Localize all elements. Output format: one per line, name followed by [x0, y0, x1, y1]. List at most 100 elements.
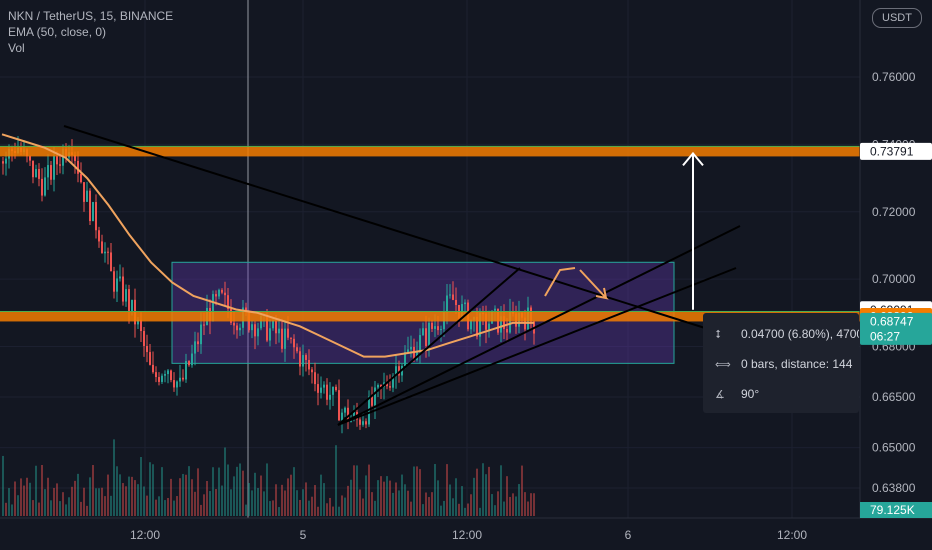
price-tag-text: 0.68747	[870, 314, 914, 328]
candle-body	[359, 419, 361, 425]
y-tick-label: 0.76000	[872, 70, 916, 84]
candle-body	[269, 328, 271, 341]
candle-body	[149, 352, 151, 365]
volume-bar	[116, 466, 118, 516]
candle-body	[161, 375, 163, 382]
candle-body	[311, 369, 313, 373]
volume-bar	[530, 493, 532, 516]
candle-body	[113, 271, 115, 292]
volume-bar	[299, 499, 301, 516]
x-tick-label: 12:00	[452, 528, 482, 542]
price-tag-text: 0.73791	[870, 144, 914, 158]
volume-bar	[521, 465, 523, 516]
candle-body	[194, 341, 196, 354]
volume-bar	[230, 489, 232, 516]
candle-body	[239, 327, 241, 331]
candle-body	[338, 390, 340, 421]
volume-bars	[2, 439, 535, 516]
volume-bar	[392, 492, 394, 516]
candle-body	[329, 394, 331, 400]
candle-body	[200, 324, 202, 345]
volume-bar	[362, 498, 364, 516]
volume-bar	[533, 493, 535, 516]
candle-body	[95, 202, 97, 231]
candle-body	[410, 346, 412, 350]
volume-bar	[452, 498, 454, 516]
volume-bar	[416, 466, 418, 516]
volume-bar	[266, 463, 268, 516]
volume-bar	[23, 485, 25, 516]
volume-indicator-label[interactable]: Vol	[8, 40, 173, 56]
symbol-title[interactable]: NKN / TetherUS, 15, BINANCE	[8, 8, 173, 24]
volume-bar	[359, 489, 361, 516]
time-axis: 12:00 5 12:00 6 12:00	[0, 517, 932, 542]
candle-body	[272, 320, 274, 329]
candle-body	[77, 160, 79, 174]
candle-body	[506, 328, 508, 333]
volume-bar	[218, 467, 220, 516]
volume-bar	[71, 486, 73, 516]
volume-bar	[320, 474, 322, 516]
candle-body	[122, 276, 124, 302]
candle-body	[377, 384, 379, 388]
candle-body	[440, 329, 442, 331]
volume-bar	[44, 489, 46, 516]
volume-bar	[221, 485, 223, 516]
volume-bar	[470, 494, 472, 516]
volume-bar	[272, 500, 274, 516]
chart-legend: NKN / TetherUS, 15, BINANCE EMA (50, clo…	[8, 8, 173, 56]
volume-bar	[245, 504, 247, 516]
candle-body	[233, 322, 235, 326]
volume-bar	[2, 455, 4, 516]
candle-body	[290, 337, 292, 339]
volume-bar	[176, 496, 178, 516]
volume-bar	[260, 475, 262, 516]
candle-body	[488, 323, 490, 330]
candle-body	[431, 322, 433, 329]
candle-body	[275, 320, 277, 334]
candle-body	[317, 384, 319, 393]
price-chart[interactable]: 0.760000.740000.720000.700000.680000.665…	[0, 0, 932, 550]
candle-body	[371, 396, 373, 406]
volume-bar	[425, 492, 427, 516]
volume-bar	[47, 477, 49, 516]
candle-body	[446, 295, 448, 313]
volume-bar	[212, 467, 214, 516]
volume-bar	[377, 480, 379, 516]
candle-body	[128, 289, 130, 312]
volume-bar	[302, 489, 304, 516]
candle-body	[38, 169, 40, 179]
volume-bar	[515, 496, 517, 516]
volume-bar	[197, 468, 199, 516]
volume-bar	[188, 466, 190, 516]
volume-bar	[518, 484, 520, 516]
y-tick-label: 0.70000	[872, 272, 916, 286]
volume-bar	[305, 482, 307, 516]
candle-body	[83, 182, 85, 202]
x-tick-label: 12:00	[130, 528, 160, 542]
volume-bar	[113, 439, 115, 516]
x-tick-label: 5	[300, 528, 307, 542]
candle-body	[116, 278, 118, 292]
volume-bar	[167, 498, 169, 516]
volume-tag: 79.125K	[860, 502, 932, 518]
candle-body	[224, 292, 226, 296]
volume-bar	[347, 485, 349, 516]
candle-body	[374, 387, 376, 406]
volume-bar	[251, 490, 253, 516]
volume-bar	[29, 482, 31, 516]
volume-bar	[173, 500, 175, 516]
currency-button[interactable]: USDT	[872, 8, 922, 28]
volume-bar	[353, 465, 355, 516]
measure-tooltip: ⭥ 0.04700 (6.80%), 4700 ⟺ 0 bars, distance…	[703, 313, 859, 413]
volume-bar	[365, 475, 367, 516]
volume-bar	[152, 464, 154, 516]
volume-bar	[455, 478, 457, 516]
candle-body	[158, 377, 160, 382]
volume-bar	[497, 491, 499, 516]
volume-bar	[407, 490, 409, 516]
volume-bar	[437, 480, 439, 516]
candle-body	[494, 308, 496, 311]
volume-bar	[422, 504, 424, 516]
ema-indicator-label[interactable]: EMA (50, close, 0)	[8, 24, 173, 40]
